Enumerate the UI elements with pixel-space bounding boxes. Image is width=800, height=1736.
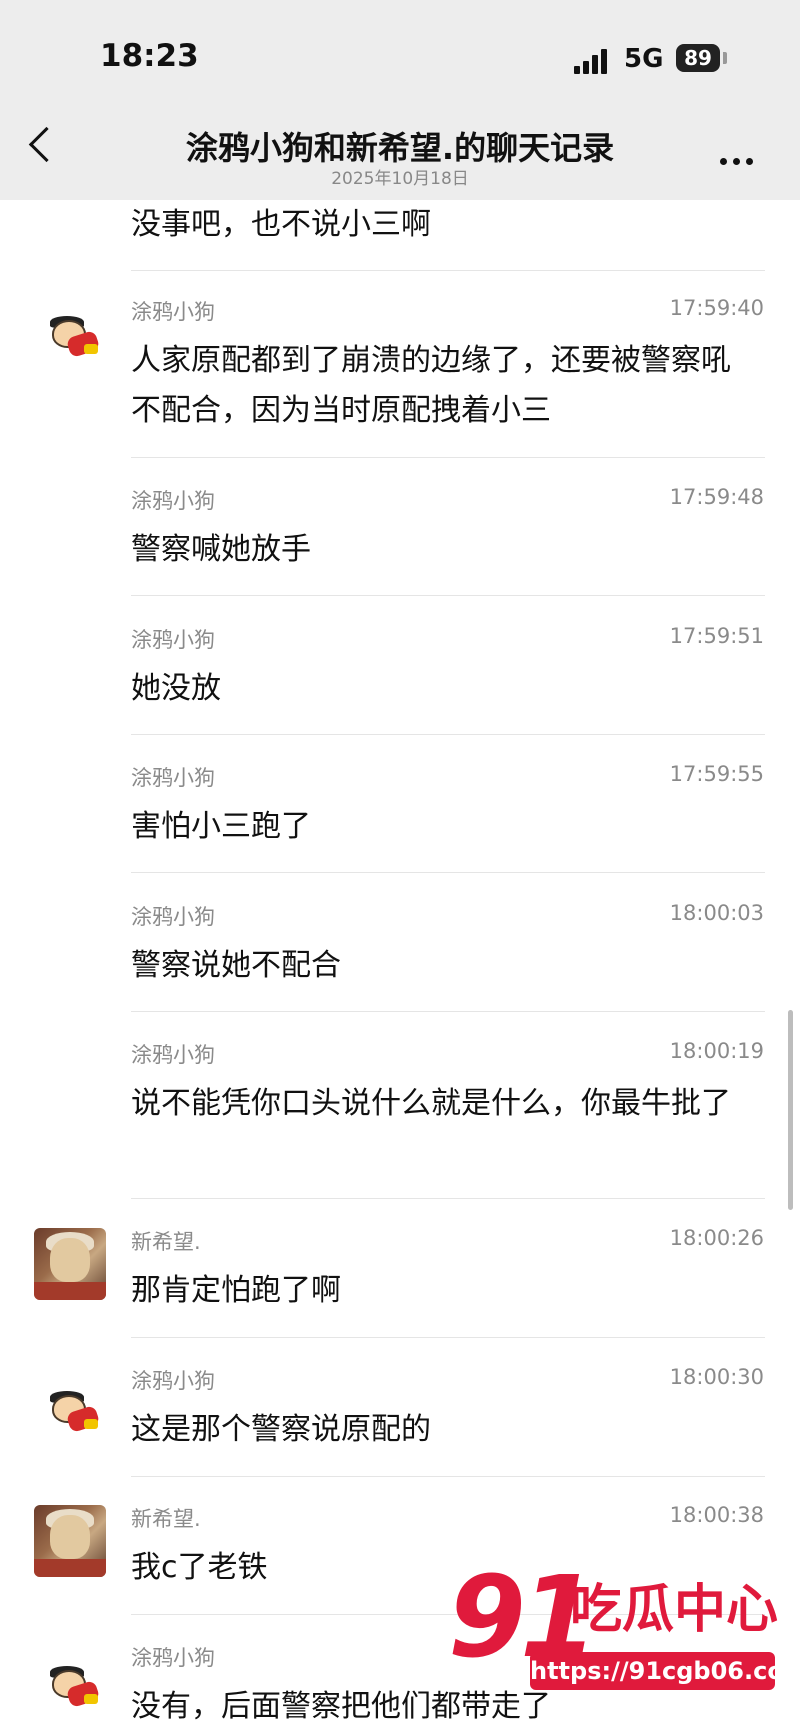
watermark-url: https://91cgb06.com	[530, 1652, 800, 1690]
message-text: 警察喊她放手	[131, 532, 311, 567]
avatar-new-hope[interactable]	[34, 1505, 106, 1577]
message-text: 那肯定怕跑了啊	[131, 1273, 341, 1308]
divider	[131, 1198, 765, 1199]
divider	[131, 734, 765, 735]
message-text: 她没放	[131, 671, 221, 706]
message-time: 18:00:38	[669, 1503, 764, 1527]
message-time: 18:00:03	[669, 901, 764, 925]
message-text: 这是那个警察说原配的	[131, 1412, 431, 1447]
sender-name: 涂鸦小狗	[131, 489, 215, 513]
more-icon[interactable]	[720, 150, 759, 169]
sender-name: 涂鸦小狗	[131, 1369, 215, 1393]
sender-name: 涂鸦小狗	[131, 300, 215, 324]
network-type: 5G	[624, 44, 664, 74]
divider	[131, 457, 765, 458]
avatar-dog[interactable]	[44, 310, 104, 370]
sender-name: 涂鸦小狗	[131, 905, 215, 929]
message-text: 警察说她不配合	[131, 948, 341, 983]
divider	[131, 872, 765, 873]
message-item[interactable]: 涂鸦小狗 17:59:48 警察喊她放手	[0, 485, 800, 585]
message-time: 17:59:48	[669, 485, 764, 509]
divider	[131, 1011, 765, 1012]
message-item[interactable]: 没事吧，也不说小三啊	[0, 200, 800, 270]
sender-name: 新希望.	[131, 1507, 201, 1531]
message-text: 害怕小三跑了	[131, 809, 311, 844]
battery-cap	[723, 52, 727, 64]
divider	[131, 1337, 765, 1338]
avatar-dog[interactable]	[44, 1660, 104, 1720]
divider	[131, 1476, 765, 1477]
message-text: 人家原配都到了崩溃的边缘了，还要被警察吼不配合，因为当时原配拽着小三	[131, 343, 731, 428]
avatar-new-hope[interactable]	[34, 1228, 106, 1300]
sender-name: 新希望.	[131, 1230, 201, 1254]
battery-icon: 89	[676, 44, 720, 72]
sender-name: 涂鸦小狗	[131, 766, 215, 790]
message-item[interactable]: 涂鸦小狗 18:00:19 说不能凭你口头说什么就是什么，你最牛批了	[0, 1039, 800, 1189]
scrollbar[interactable]	[788, 1010, 793, 1210]
message-item[interactable]: 新希望. 18:00:26 那肯定怕跑了啊	[0, 1226, 800, 1326]
divider	[131, 270, 765, 271]
watermark-name: 吃瓜中心	[570, 1580, 779, 1640]
avatar-dog[interactable]	[44, 1385, 104, 1445]
message-time: 18:00:30	[669, 1365, 764, 1389]
message-time: 18:00:26	[669, 1226, 764, 1250]
message-item[interactable]: 涂鸦小狗 17:59:51 她没放	[0, 624, 800, 724]
message-item[interactable]: 涂鸦小狗 18:00:30 这是那个警察说原配的	[0, 1365, 800, 1465]
message-text: 没事吧，也不说小三啊	[131, 207, 431, 242]
divider	[131, 595, 765, 596]
message-item[interactable]: 涂鸦小狗 17:59:55 害怕小三跑了	[0, 762, 800, 862]
message-item[interactable]: 涂鸦小狗 17:59:40 人家原配都到了崩溃的边缘了，还要被警察吼不配合，因为…	[0, 296, 800, 446]
message-time: 18:00:19	[669, 1039, 764, 1063]
sender-name: 涂鸦小狗	[131, 628, 215, 652]
sender-name: 涂鸦小狗	[131, 1646, 215, 1670]
sender-name: 涂鸦小狗	[131, 1043, 215, 1067]
message-time: 17:59:51	[669, 624, 764, 648]
page-date: 2025年10月18日	[331, 169, 469, 189]
message-text: 说不能凭你口头说什么就是什么，你最牛批了	[131, 1086, 731, 1121]
navigation-bar: 18:23 5G 89 涂鸦小狗和新希望.的聊天记录 2025年10月18日	[0, 0, 800, 200]
page-title: 涂鸦小狗和新希望.的聊天记录	[185, 129, 615, 167]
message-time: 17:59:40	[669, 296, 764, 320]
message-item[interactable]: 涂鸦小狗 18:00:03 警察说她不配合	[0, 901, 800, 1001]
signal-icon	[574, 48, 614, 74]
status-time: 18:23	[100, 38, 199, 74]
message-time: 17:59:55	[669, 762, 764, 786]
